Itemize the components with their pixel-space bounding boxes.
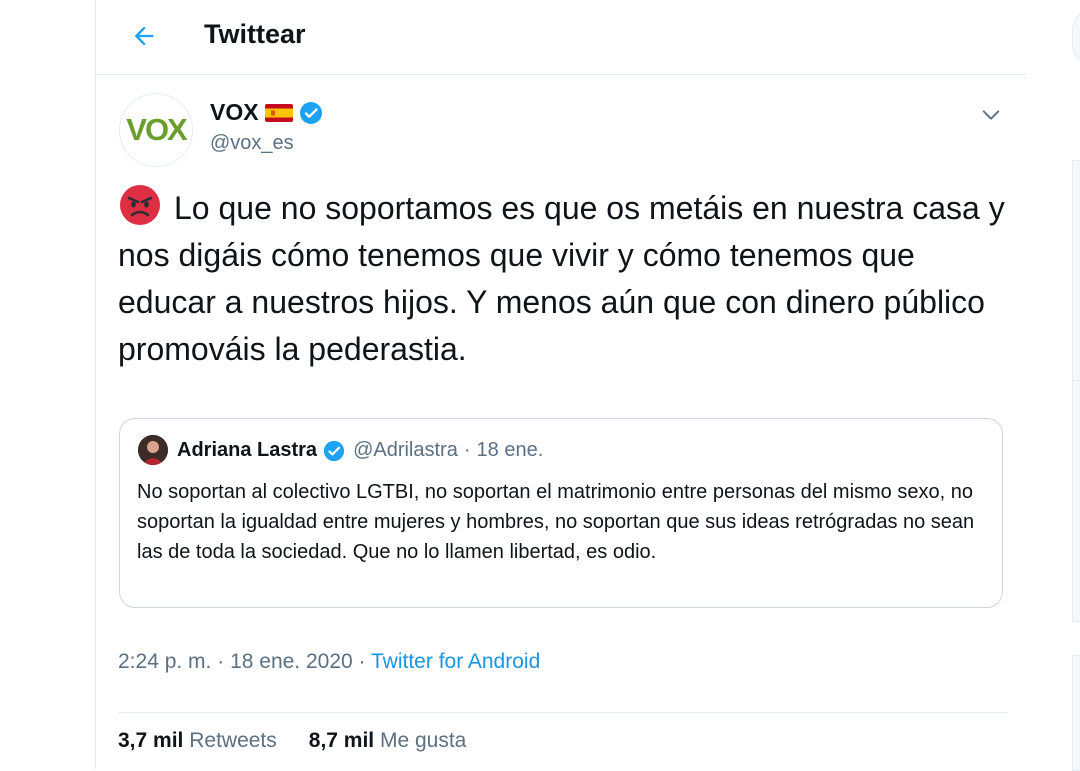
search-box-edge[interactable]: [1072, 8, 1080, 66]
tweet-source-link[interactable]: Twitter for Android: [371, 650, 540, 673]
spain-flag-icon: [264, 103, 293, 122]
tweet-meta: 2:24 p. m. · 18 ene. 2020 · Twitter for …: [118, 650, 540, 674]
tweet-text: Lo que no soportamos es que os metáis en…: [118, 190, 1005, 367]
likes-label: Me gusta: [379, 729, 467, 752]
quoted-separator: ·: [463, 439, 471, 461]
retweets-count: 3,7 mil: [118, 729, 184, 752]
sidebar-panel-edge: [1072, 380, 1080, 622]
tweet-stats: 3,7 mil Retweets 8,7 mil Me gusta: [118, 729, 498, 753]
author-name-row: VOX: [210, 99, 323, 126]
verified-badge-icon: [299, 101, 322, 124]
quoted-tweet-card[interactable]: Adriana Lastra @Adrilastra · 18 ene. No …: [119, 418, 1003, 608]
vox-logo: VOX: [126, 112, 187, 147]
chevron-down-icon: [982, 110, 1000, 120]
arrow-left-icon: [134, 26, 154, 46]
quoted-display-name: Adriana Lastra: [177, 439, 318, 461]
quoted-author-avatar: [138, 435, 168, 465]
retweets-label: Retweets: [189, 729, 277, 752]
angry-face-icon: [120, 185, 160, 225]
likes-stat[interactable]: 8,7 mil Me gusta: [309, 729, 467, 753]
divider: [118, 712, 1008, 713]
quoted-header: Adriana Lastra @Adrilastra · 18 ene.: [177, 439, 543, 462]
meta-separator: ·: [217, 650, 225, 673]
tweet-date[interactable]: 18 ene. 2020: [230, 650, 353, 673]
tweet-column: Twittear VOX VOX @vox_es Lo que no sopor…: [95, 0, 1028, 769]
back-button[interactable]: [124, 16, 164, 56]
retweets-stat[interactable]: 3,7 mil Retweets: [118, 729, 277, 753]
portrait-icon: [138, 435, 168, 465]
verified-badge-icon: [323, 440, 345, 461]
page-title: Twittear: [204, 19, 306, 49]
quoted-date: 18 ene.: [476, 439, 544, 461]
author-handle[interactable]: @vox_es: [210, 132, 294, 155]
tweet-text-block: Lo que no soportamos es que os metáis en…: [118, 183, 1008, 373]
sidebar-panel-edge: [1072, 655, 1080, 771]
page-header: Twittear: [96, 0, 1027, 75]
quoted-text: No soportan al colectivo LGTBI, no sopor…: [137, 481, 975, 563]
more-options-button[interactable]: [974, 98, 1008, 132]
author-display-name[interactable]: VOX: [210, 99, 259, 126]
author-avatar[interactable]: VOX: [119, 93, 193, 167]
left-gutter: [0, 0, 95, 769]
right-sidebar: [1027, 0, 1080, 771]
quoted-handle: @Adrilastra: [353, 439, 458, 461]
likes-count: 8,7 mil: [308, 729, 375, 752]
sidebar-panel-edge: [1072, 160, 1080, 382]
meta-separator: ·: [358, 650, 366, 673]
tweet-time[interactable]: 2:24 p. m.: [118, 650, 211, 673]
